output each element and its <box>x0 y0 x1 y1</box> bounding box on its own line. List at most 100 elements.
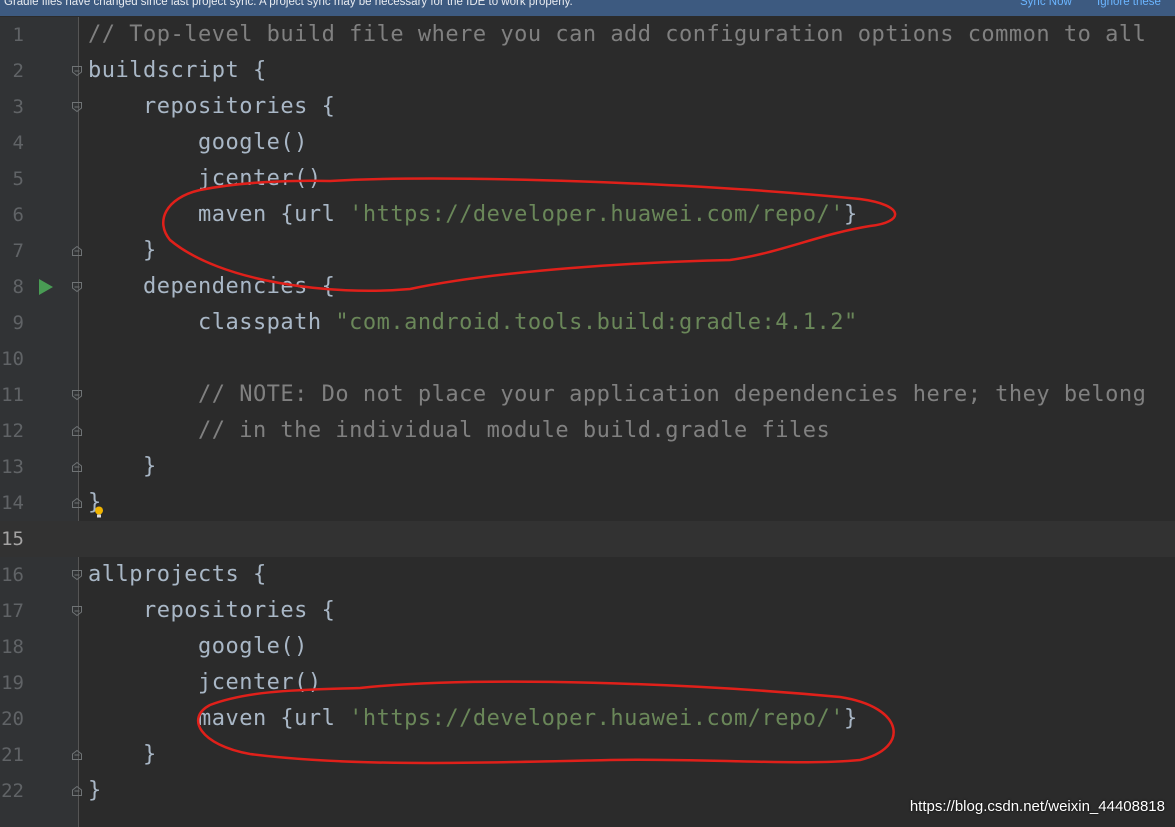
code-line[interactable]: 7 } <box>0 233 1175 269</box>
code-token: maven {url <box>88 202 350 227</box>
code-token: google() <box>88 130 308 155</box>
code-line[interactable]: 1 // Top-level build file where you can a… <box>0 17 1175 53</box>
fold-close-icon[interactable] <box>71 425 83 437</box>
fold-open-icon[interactable] <box>71 389 83 401</box>
line-number: 16 <box>1 564 24 586</box>
line-number: 9 <box>12 312 24 334</box>
code-text: google() <box>88 125 308 161</box>
code-token: maven {url <box>88 706 350 731</box>
code-token: } <box>88 778 102 803</box>
code-line[interactable]: 10 <box>0 341 1175 377</box>
line-number: 18 <box>1 636 24 658</box>
code-line[interactable]: 14} <box>0 485 1175 521</box>
watermark: https://blog.csdn.net/weixin_44408818 <box>909 798 1165 815</box>
code-text: } <box>88 773 102 809</box>
line-number: 5 <box>12 168 24 190</box>
code-text: buildscript { <box>88 53 267 89</box>
code-line[interactable]: 18 google() <box>0 629 1175 665</box>
code-comment: // NOTE: Do not place your application d… <box>88 382 1147 407</box>
code-token: repositories { <box>88 94 336 119</box>
fold-close-icon[interactable] <box>71 749 83 761</box>
code-line[interactable]: 8 dependencies { <box>0 269 1175 305</box>
line-number: 12 <box>1 420 24 442</box>
code-line[interactable]: 4 google() <box>0 125 1175 161</box>
code-text: // NOTE: Do not place your application d… <box>88 377 1146 413</box>
code-text: classpath "com.android.tools.build:gradl… <box>88 305 858 341</box>
code-text: } <box>88 737 157 773</box>
line-number: 11 <box>1 384 24 406</box>
fold-open-icon[interactable] <box>71 65 83 77</box>
fold-close-icon[interactable] <box>71 245 83 257</box>
code-line[interactable]: 16 allprojects { <box>0 557 1175 593</box>
line-number: 2 <box>12 60 24 82</box>
code-token: } <box>88 238 157 263</box>
code-text: maven {url 'https://developer.huawei.com… <box>88 197 858 233</box>
code-token: } <box>844 706 858 731</box>
code-text: jcenter() <box>88 161 322 197</box>
code-string: 'https://developer.huawei.com/repo/' <box>349 202 844 227</box>
code-line[interactable]: 5 jcenter() <box>0 161 1175 197</box>
sync-now-link[interactable]: Sync Now <box>1020 0 1072 10</box>
code-line[interactable]: 2 buildscript { <box>0 53 1175 89</box>
code-line[interactable]: 12 // in the individual module build.gra… <box>0 413 1175 449</box>
ignore-changes-link[interactable]: Ignore these <box>1097 0 1161 10</box>
line-number: 7 <box>12 240 24 262</box>
line-number: 10 <box>1 348 24 370</box>
code-line[interactable]: 11 // NOTE: Do not place your applicatio… <box>0 377 1175 413</box>
code-line[interactable]: 13 } <box>0 449 1175 485</box>
code-token: jcenter() <box>88 166 322 191</box>
code-text: // Top-level build file where you can ad… <box>88 17 1146 53</box>
code-text: repositories { <box>88 89 335 125</box>
code-text: } <box>88 485 102 521</box>
fold-open-icon[interactable] <box>71 281 83 293</box>
line-number: 14 <box>1 492 24 514</box>
code-line[interactable]: 21 } <box>0 737 1175 773</box>
fold-close-icon[interactable] <box>71 461 83 473</box>
line-number: 1 <box>12 24 24 46</box>
code-token: classpath <box>88 310 336 335</box>
line-number: 8 <box>12 276 24 298</box>
line-number: 21 <box>1 744 24 766</box>
code-token: jcenter() <box>88 670 322 695</box>
code-token: google() <box>88 634 308 659</box>
code-token: dependencies { <box>88 274 336 299</box>
code-token: repositories { <box>88 598 336 623</box>
code-line[interactable]: 6 maven {url 'https://developer.huawei.c… <box>0 197 1175 233</box>
fold-close-icon[interactable] <box>71 785 83 797</box>
code-token: } <box>88 454 157 479</box>
code-comment: // in the individual module build.gradle… <box>88 418 831 443</box>
code-token: } <box>88 490 102 515</box>
code-text: } <box>88 233 157 269</box>
line-number: 20 <box>1 708 24 730</box>
fold-close-icon[interactable] <box>71 497 83 509</box>
code-string: "com.android.tools.build:gradle:4.1.2" <box>335 310 858 335</box>
notification-message: Gradle files have changed since last pro… <box>4 0 573 8</box>
code-line[interactable]: 9 classpath "com.android.tools.build:gra… <box>0 305 1175 341</box>
line-number: 15 <box>1 528 24 550</box>
code-line[interactable]: 20 maven {url 'https://developer.huawei.… <box>0 701 1175 737</box>
code-text: repositories { <box>88 593 335 629</box>
code-text: dependencies { <box>88 269 335 305</box>
code-text: google() <box>88 629 308 665</box>
code-text: // in the individual module build.gradle… <box>88 413 830 449</box>
line-number: 3 <box>12 96 24 118</box>
code-line[interactable]: 17 repositories { <box>0 593 1175 629</box>
code-text: } <box>88 449 157 485</box>
code-line[interactable]: 19 jcenter() <box>0 665 1175 701</box>
line-number: 13 <box>1 456 24 478</box>
code-token: } <box>88 742 157 767</box>
fold-open-icon[interactable] <box>71 101 83 113</box>
code-token: allprojects { <box>88 562 267 587</box>
code-text: maven {url 'https://developer.huawei.com… <box>88 701 858 737</box>
code-text: jcenter() <box>88 665 322 701</box>
code-editor[interactable]: 1 // Top-level build file where you can a… <box>0 17 1175 827</box>
code-string: 'https://developer.huawei.com/repo/' <box>349 706 844 731</box>
line-number: 19 <box>1 672 24 694</box>
run-gutter-icon[interactable] <box>39 279 53 295</box>
code-line[interactable]: 3 repositories { <box>0 89 1175 125</box>
code-line[interactable]: 15 <box>0 521 1175 557</box>
line-number: 4 <box>12 132 24 154</box>
line-number: 22 <box>1 780 24 802</box>
fold-open-icon[interactable] <box>71 605 83 617</box>
fold-open-icon[interactable] <box>71 569 83 581</box>
